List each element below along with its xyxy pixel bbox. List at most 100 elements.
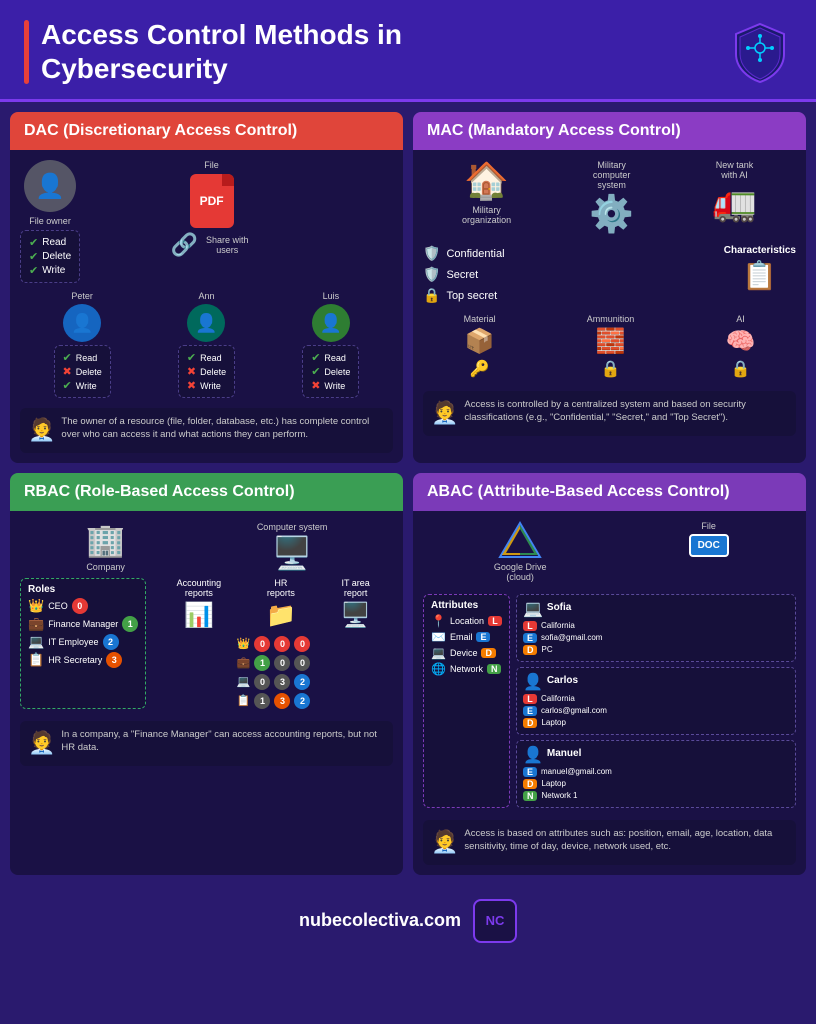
title-line2: Cybersecurity [41,52,402,86]
rbac-top-row: 🏢 Company Computer system 🖥️ [20,521,393,572]
abac-desc-avatar: 🧑‍💼 [431,827,458,858]
it-icon: 💻 [28,634,44,650]
abac-body: Google Drive (cloud) File DOC Attributes… [413,511,806,875]
location-icon: 📍 [431,614,446,628]
rbac-description: 🧑‍💼 In a company, a "Finance Manager" ca… [20,721,393,766]
accounting-report: Accountingreports 📊 [177,578,222,630]
abac-header: ABAC (Attribute-Based Access Control) [413,473,806,511]
pdf-icon: PDF [190,174,234,228]
material-icon: 📦 [465,327,495,356]
share-label: Share with users [202,235,252,255]
rbac-card: RBAC (Role-Based Access Control) 🏢 Compa… [10,473,403,875]
dac-desc-avatar: 🧑‍💼 [28,415,55,446]
attr-network: 🌐 Network N [431,662,502,676]
owner-perms: ✔Read ✔Delete ✔Write [20,230,80,283]
file-label: File [204,160,219,170]
rbac-diagram: 🏢 Company Computer system 🖥️ Roles 👑 [20,521,393,865]
manuel-avatar: 👤 [523,745,543,765]
mac-top-row: 🏠 Militaryorganization Militarycomputers… [423,160,796,235]
mac-description: 🧑‍💼 Access is controlled by a centralize… [423,391,796,436]
carlos-name: Carlos [547,675,578,686]
share-icon: 🔗 [171,232,198,258]
abac-card: ABAC (Attribute-Based Access Control) [413,473,806,875]
mac-desc-text: Access is controlled by a centralized sy… [464,398,788,425]
mac-material: Material 📦 🔑 [464,314,496,379]
dac-card: DAC (Discretionary Access Control) 👤 Fil… [10,112,403,463]
hr-badge: 3 [106,652,122,668]
doc-icon: DOC [689,534,729,557]
abac-user-sofia: 💻 Sofia LCalifornia Esofia@gmail.com DPC [516,594,796,662]
header: Access Control Methods in Cybersecurity [0,0,816,102]
location-key: L [488,616,502,626]
abac-description: 🧑‍💼 Access is based on attributes such a… [423,820,796,865]
file-label-abac: File [701,521,716,531]
abac-diagram: Google Drive (cloud) File DOC Attributes… [423,521,796,865]
shield-logo-icon [728,20,792,84]
role-hr: 📋 HR Secretary 3 [28,652,138,668]
mac-title: MAC (Mandatory Access Control) [427,122,681,139]
rbac-company: 🏢 Company [86,521,126,572]
owner-label: File owner [29,216,71,226]
it-report: IT areareport 🖥️ [341,578,371,630]
abac-desc-text: Access is based on attributes such as: p… [464,827,788,854]
gdrive-label: Google Drive (cloud) [490,562,550,582]
topsecret-icon: 🔒 [423,287,440,304]
abac-attrs-box: Attributes 📍 Location L ✉️ Email E � [423,594,510,808]
abac-title: ABAC (Attribute-Based Access Control) [427,483,730,500]
mac-diagram: 🏠 Militaryorganization Militarycomputers… [423,160,796,453]
finance-icon: 💼 [28,616,44,632]
title-line1: Access Control Methods in [41,18,402,52]
role-it: 💻 IT Employee 2 [28,634,138,650]
email-key: E [476,632,490,642]
attr-location: 📍 Location L [431,614,502,628]
page-title: Access Control Methods in Cybersecurity [41,18,402,85]
sofia-avatar: 💻 [523,599,543,619]
ai-icon: 🧠 [726,327,756,356]
rbac-title: RBAC (Role-Based Access Control) [24,483,295,500]
ceo-badge: 0 [72,598,88,614]
peter-avatar: 👤 [63,304,101,342]
role-ceo: 👑 CEO 0 [28,598,138,614]
ammunition-icon: 🧱 [596,327,626,356]
carlos-avatar: 👤 [523,672,543,692]
device-icon: 💻 [431,646,446,660]
abac-user-manuel: 👤 Manuel Emanuel@gmail.com DLaptop NNetw… [516,740,796,808]
roles-title: Roles [28,584,138,595]
rbac-body: 🏢 Company Computer system 🖥️ Roles 👑 [10,511,403,875]
dac-header: DAC (Discretionary Access Control) [10,112,403,150]
abac-gdrive: Google Drive (cloud) [490,521,550,582]
dac-owner: 👤 File owner ✔Read ✔Delete ✔Write [20,160,80,283]
ann-avatar: 👤 [187,304,225,342]
company-label: Company [86,562,125,572]
it-report-icon: 🖥️ [341,601,371,630]
accent-bar [24,20,29,84]
dac-user-peter: Peter 👤 ✔Read ✖Delete ✔Write [54,291,111,398]
dac-users-row: Peter 👤 ✔Read ✖Delete ✔Write Ann 👤 [20,291,393,398]
secret-icon: 🛡️ [423,266,440,283]
hr-icon: 📋 [28,652,44,668]
hr-report: HRreports 📁 [266,578,296,630]
dac-title: DAC (Discretionary Access Control) [24,122,297,139]
sofia-name: Sofia [547,602,571,613]
characteristics-icon: 📋 [742,259,777,292]
mac-ammunition: Ammunition 🧱 🔒 [587,314,635,379]
abac-user-carlos: 👤 Carlos LCalifornia Ecarlos@gmail.com D… [516,667,796,735]
mac-header: MAC (Mandatory Access Control) [413,112,806,150]
footer-logo-text: NC [486,913,505,928]
abac-file: File DOC [689,521,729,557]
gdrive-icon [498,521,542,559]
hr-report-icon: 📁 [266,601,296,630]
attr-device: 💻 Device D [431,646,502,660]
network-key: N [487,664,502,674]
confidential-icon: 🛡️ [423,245,440,262]
computer-icon: 🖥️ [272,534,312,572]
email-icon: ✉️ [431,630,446,644]
mac-desc-avatar: 🧑‍💼 [431,398,458,429]
tank-icon: 🚛 [712,182,757,224]
role-finance: 💼 Finance Manager 1 [28,616,138,632]
dac-desc-text: The owner of a resource (file, folder, d… [61,415,385,442]
luis-avatar: 👤 [312,304,350,342]
dac-user-ann: Ann 👤 ✔Read ✖Delete ✖Write [178,291,235,398]
mac-classifications: 🛡️ Confidential 🛡️ Secret 🔒 Top secret [423,245,505,304]
mac-military-org: 🏠 Militaryorganization [462,160,511,225]
